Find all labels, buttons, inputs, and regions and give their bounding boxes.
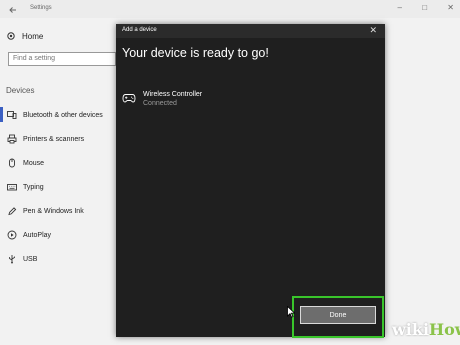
nav-item-label: Bluetooth & other devices xyxy=(23,111,103,119)
mouse-icon xyxy=(7,158,17,168)
usb-icon xyxy=(7,254,17,264)
nav-item-pen[interactable]: Pen & Windows Ink xyxy=(0,199,120,223)
nav-item-bluetooth[interactable]: Bluetooth & other devices xyxy=(0,103,120,127)
nav-item-label: AutoPlay xyxy=(23,231,52,239)
nav-item-usb[interactable]: USB xyxy=(0,247,120,271)
device-text: Wireless Controller Connected xyxy=(143,90,202,108)
watermark-wiki: wiki xyxy=(392,320,430,339)
pen-icon xyxy=(7,206,17,216)
gamepad-icon xyxy=(122,90,136,103)
app-title: Settings xyxy=(30,5,52,11)
nav-item-label: Typing xyxy=(23,183,44,191)
watermark-how: How xyxy=(429,320,460,339)
nav-item-label: Printers & scanners xyxy=(23,135,85,143)
device-item: Wireless Controller Connected xyxy=(122,90,202,108)
home-link[interactable]: Home xyxy=(6,31,43,41)
maximize-icon[interactable]: □ xyxy=(422,3,427,12)
settings-nav: Bluetooth & other devices Printers & sca… xyxy=(0,103,120,271)
section-label: Devices xyxy=(6,86,35,95)
nav-item-typing[interactable]: Typing xyxy=(0,175,120,199)
minimize-icon[interactable]: – xyxy=(398,3,402,12)
back-arrow-icon[interactable] xyxy=(7,3,19,15)
close-icon[interactable]: ✕ xyxy=(369,25,377,36)
done-button[interactable]: Done xyxy=(300,306,376,324)
dialog-titlebar: Add a device ✕ xyxy=(116,24,385,38)
nav-item-mouse[interactable]: Mouse xyxy=(0,151,120,175)
nav-item-printers[interactable]: Printers & scanners xyxy=(0,127,120,151)
home-gear-icon xyxy=(6,31,16,41)
add-device-dialog: Add a device ✕ Your device is ready to g… xyxy=(116,24,385,337)
device-status: Connected xyxy=(143,100,177,107)
nav-item-label: Pen & Windows Ink xyxy=(23,207,84,215)
wikihow-watermark: wikiHow xyxy=(392,320,460,339)
nav-item-label: Mouse xyxy=(23,159,45,167)
dialog-title: Add a device xyxy=(122,27,157,33)
settings-titlebar: Settings – □ ✕ xyxy=(0,0,460,18)
nav-item-autoplay[interactable]: AutoPlay xyxy=(0,223,120,247)
nav-item-label: USB xyxy=(23,255,38,263)
home-label: Home xyxy=(22,31,44,41)
window-controls: – □ ✕ xyxy=(380,3,454,12)
bluetooth-icon xyxy=(7,110,17,120)
close-icon[interactable]: ✕ xyxy=(447,3,454,12)
autoplay-icon xyxy=(7,230,17,240)
device-name: Wireless Controller xyxy=(143,91,203,98)
search-input[interactable]: Find a setting xyxy=(8,52,116,66)
dialog-heading: Your device is ready to go! xyxy=(122,46,269,60)
printer-icon xyxy=(7,134,17,144)
mouse-cursor-icon xyxy=(287,305,296,318)
keyboard-icon xyxy=(7,182,17,192)
